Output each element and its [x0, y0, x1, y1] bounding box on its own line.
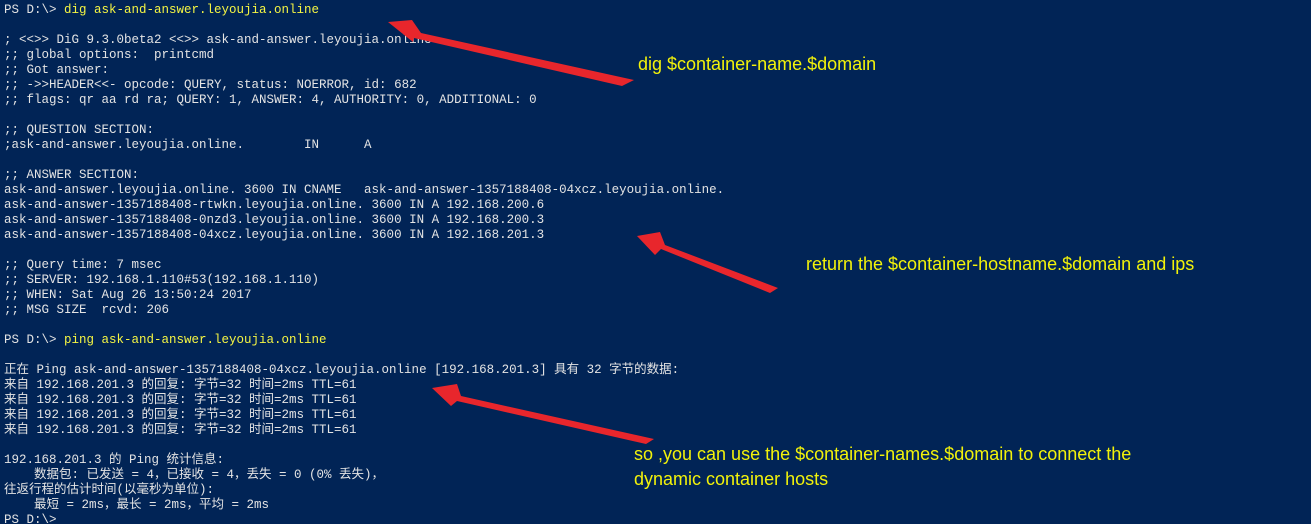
annotation-return: return the $container-hostname.$domain a…	[806, 254, 1195, 274]
terminal-line: ask-and-answer-1357188408-04xcz.leyoujia…	[4, 228, 545, 242]
terminal-line: 来自 192.168.201.3 的回复: 字节=32 时间=2ms TTL=6…	[4, 393, 357, 407]
annotation-connect-line1: so ,you can use the $container-names.$do…	[634, 444, 1132, 464]
terminal-line: 最短 = 2ms，最长 = 2ms，平均 = 2ms	[4, 498, 270, 512]
terminal-line: 正在 Ping ask-and-answer-1357188408-04xcz.…	[4, 363, 680, 377]
terminal-line: PS D:\>	[4, 513, 57, 524]
terminal-line: ;; global options: printcmd	[4, 48, 215, 62]
terminal-line: PS D:\> dig ask-and-answer.leyoujia.onli…	[4, 3, 724, 18]
command-text: dig ask-and-answer.leyoujia.online	[64, 3, 320, 17]
terminal-line: ;; WHEN: Sat Aug 26 13:50:24 2017	[4, 288, 252, 302]
terminal-line: 192.168.201.3 的 Ping 统计信息:	[4, 453, 225, 467]
terminal-line: ;; Query time: 7 msec	[4, 258, 162, 272]
terminal-line: 来自 192.168.201.3 的回复: 字节=32 时间=2ms TTL=6…	[4, 378, 357, 392]
terminal-line: ask-and-answer.leyoujia.online. 3600 IN …	[4, 183, 725, 197]
terminal-line: ;ask-and-answer.leyoujia.online. IN A	[4, 138, 372, 152]
terminal-line: ;; QUESTION SECTION:	[4, 123, 155, 137]
terminal-line: 来自 192.168.201.3 的回复: 字节=32 时间=2ms TTL=6…	[4, 408, 357, 422]
command-text: ping ask-and-answer.leyoujia.online	[64, 333, 327, 347]
terminal-line: ;; ANSWER SECTION:	[4, 168, 140, 182]
terminal-line: PS D:\> ping ask-and-answer.leyoujia.onl…	[4, 333, 724, 348]
terminal-line: 数据包: 已发送 = 4，已接收 = 4，丢失 = 0 (0% 丢失)，	[4, 468, 385, 482]
terminal-line: ;; SERVER: 192.168.1.110#53(192.168.1.11…	[4, 273, 320, 287]
terminal-line: 来自 192.168.201.3 的回复: 字节=32 时间=2ms TTL=6…	[4, 423, 357, 437]
annotation-dig: dig $container-name.$domain	[638, 54, 877, 74]
terminal-line: ;; MSG SIZE rcvd: 206	[4, 303, 170, 317]
terminal-line: ; <<>> DiG 9.3.0beta2 <<>> ask-and-answe…	[4, 33, 432, 47]
terminal-line: ;; ->>HEADER<<- opcode: QUERY, status: N…	[4, 78, 417, 92]
prompt: PS D:\>	[4, 333, 65, 347]
terminal-output: PS D:\> dig ask-and-answer.leyoujia.onli…	[4, 3, 724, 524]
terminal-line: ask-and-answer-1357188408-rtwkn.leyoujia…	[4, 198, 545, 212]
terminal-line: ;; flags: qr aa rd ra; QUERY: 1, ANSWER:…	[4, 93, 537, 107]
powershell-console[interactable]: PS D:\> dig ask-and-answer.leyoujia.onli…	[0, 0, 1311, 524]
prompt: PS D:\>	[4, 3, 65, 17]
terminal-line: ;; Got answer:	[4, 63, 110, 77]
terminal-line: 往返行程的估计时间(以毫秒为单位):	[4, 483, 215, 497]
annotation-connect-line2: dynamic container hosts	[634, 469, 829, 489]
terminal-line: ask-and-answer-1357188408-0nzd3.leyoujia…	[4, 213, 545, 227]
